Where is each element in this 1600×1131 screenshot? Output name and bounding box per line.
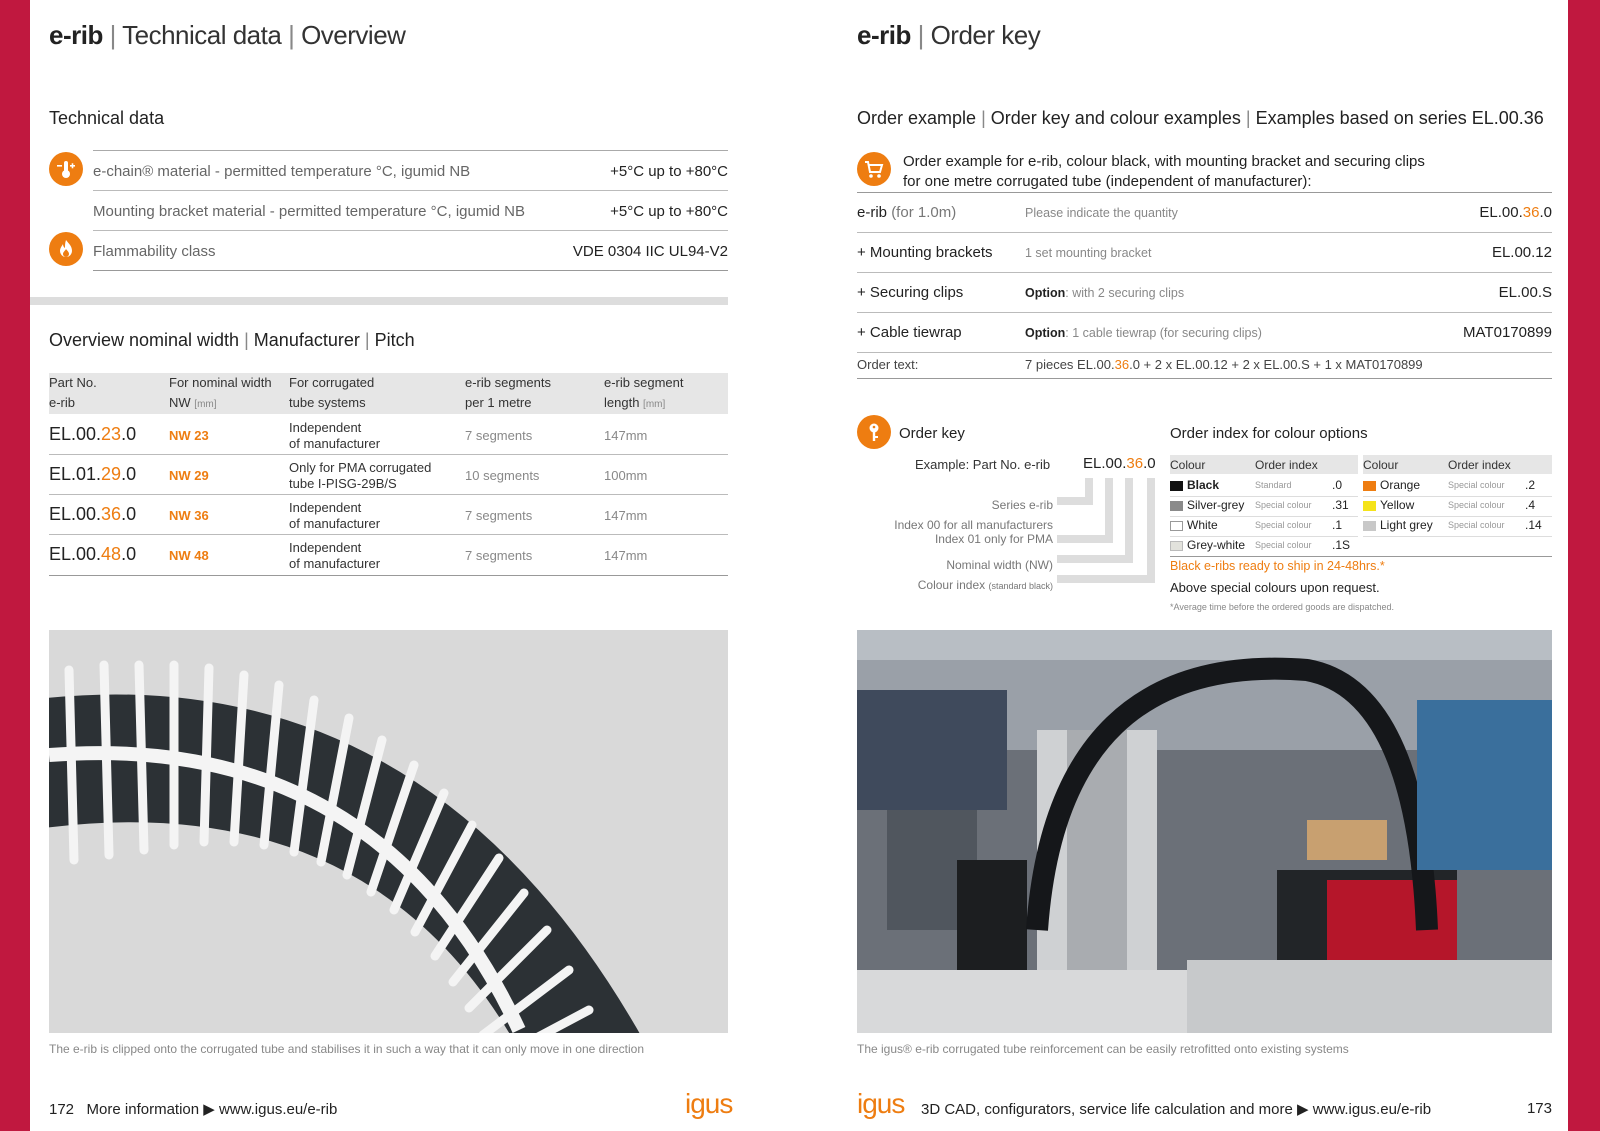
techdata-label: Mounting bracket material - permitted te… <box>93 203 526 220</box>
column-header: For corrugated tube systems <box>289 375 375 410</box>
colour-swatch <box>1363 520 1376 531</box>
order-key-heading: Order key <box>899 425 965 442</box>
colour-swatch <box>1170 520 1183 531</box>
colour-row: Grey-white Special colour .1S <box>1170 538 1358 552</box>
tube-system: Independent of manufacturer <box>289 420 381 451</box>
colour-swatch <box>1363 480 1376 491</box>
order-key-example-part: EL.00.36.0 <box>1083 455 1156 472</box>
order-row-note: Option: 1 cable tiewrap (for securing cl… <box>1025 326 1262 340</box>
segments: 7 segments <box>465 548 533 563</box>
colour-row: White Special colour .1 <box>1170 518 1358 532</box>
column-header: For nominal width NW [mm] <box>169 375 272 410</box>
segment-length: 147mm <box>604 428 648 443</box>
order-row-part: MAT0170899 <box>1463 324 1552 341</box>
techdata-value: VDE 0304 IIC UL94-V2 <box>572 243 728 260</box>
colour-table-header: Colour Order index <box>1170 455 1358 474</box>
left-footer: 172 More information ▶ www.igus.eu/e-rib <box>49 1100 337 1118</box>
column-header: e-rib segments per 1 metre <box>465 375 551 410</box>
nominal-width: NW 29 <box>169 468 209 483</box>
colour-swatch <box>1170 540 1183 551</box>
right-page-title: e-rib | Order key <box>857 20 1041 50</box>
shopping-cart-icon <box>857 152 891 186</box>
colour-table-header: Colour Order index <box>1363 455 1552 474</box>
order-row-label: + Securing clips <box>857 284 964 301</box>
segments: 7 segments <box>465 428 533 443</box>
order-key-label: Nominal width (NW) <box>946 558 1053 572</box>
footnote: *Average time before the ordered goods a… <box>1170 602 1394 612</box>
temperature-icon <box>49 152 83 186</box>
tube-system: Independent of manufacturer <box>289 540 381 571</box>
order-key-label: Colour index (standard black) <box>917 578 1053 592</box>
column-header: e-rib segment length [mm] <box>604 375 684 410</box>
order-example-heading: Order example | Order key and colour exa… <box>857 108 1544 128</box>
colour-row: Yellow Special colour .4 <box>1363 498 1552 512</box>
segment-length: 100mm <box>604 468 648 483</box>
e-rib-product-photo <box>49 630 728 1033</box>
order-example-intro: Order example for e-rib, colour black, w… <box>903 153 1425 190</box>
colour-row: Orange Special colour .2 <box>1363 478 1552 492</box>
nominal-width: NW 36 <box>169 508 209 523</box>
colour-row: Light grey Special colour .14 <box>1363 518 1552 532</box>
order-row-note: Option: with 2 securing clips <box>1025 286 1185 300</box>
left-page-title: e-rib | Technical data | Overview <box>49 20 406 50</box>
techdata-value: +5°C up to +80°C <box>610 163 728 180</box>
left-photo-caption: The e-rib is clipped onto the corrugated… <box>49 1042 645 1056</box>
overview-heading: Overview nominal width | Manufacturer | … <box>49 330 415 350</box>
installation-photo <box>857 630 1552 1033</box>
colour-swatch <box>1363 500 1376 511</box>
segment-length: 147mm <box>604 548 648 563</box>
colour-options-heading: Order index for colour options <box>1170 425 1368 442</box>
special-colours-note: Above special colours upon request. <box>1170 580 1380 595</box>
tube-system: Only for PMA corrugated tube I-PISG-29B/S <box>289 460 432 491</box>
colour-swatch <box>1170 480 1183 491</box>
section-divider <box>30 297 728 305</box>
right-photo-caption: The igus® e-rib corrugated tube reinforc… <box>857 1042 1349 1056</box>
order-text: 7 pieces EL.00.36.0 + 2 x EL.00.12 + 2 x… <box>1025 357 1423 372</box>
right-footer-link[interactable]: 3D CAD, configurators, service life calc… <box>921 1100 1431 1118</box>
order-row-label: e-rib (for 1.0m) <box>857 204 957 221</box>
order-key-example-label: Example: Part No. e-rib <box>915 457 1051 472</box>
segments: 7 segments <box>465 508 533 523</box>
page-number: 172 <box>49 1101 75 1118</box>
part-number: EL.00.23.0 <box>49 424 137 444</box>
document-page: e-rib | Technical data | Overview Techni… <box>30 0 1568 1131</box>
part-number: EL.00.36.0 <box>49 504 137 524</box>
page-number: 173 <box>1526 1100 1552 1117</box>
part-number: EL.00.48.0 <box>49 544 137 564</box>
part-number: EL.01.29.0 <box>49 464 137 484</box>
segments: 10 segments <box>465 468 540 483</box>
segment-length: 147mm <box>604 508 648 523</box>
order-row-part: EL.00.S <box>1498 284 1552 301</box>
colour-row: Silver-grey Special colour .31 <box>1170 498 1358 512</box>
footer-link[interactable]: More information ▶ www.igus.eu/e-rib <box>87 1101 338 1118</box>
igus-logo: igus <box>685 1088 733 1119</box>
order-row-note: 1 set mounting bracket <box>1025 246 1152 260</box>
order-key-label: Index 00 for all manufacturers Index 01 o… <box>894 518 1053 546</box>
order-row-note: Please indicate the quantity <box>1025 206 1178 220</box>
flame-icon <box>49 232 83 266</box>
techdata-heading: Technical data <box>49 108 165 128</box>
order-key-label: Series e-rib <box>991 498 1053 512</box>
igus-logo: igus <box>857 1088 905 1119</box>
colour-swatch <box>1170 500 1183 511</box>
shipping-note: Black e-ribs ready to ship in 24-48hrs.* <box>1170 559 1385 573</box>
order-row-label: + Mounting brackets <box>857 244 993 261</box>
order-row-label: + Cable tiewrap <box>857 324 962 341</box>
order-text-label: Order text: <box>857 357 919 372</box>
techdata-label: Flammability class <box>93 243 216 260</box>
techdata-label: e-chain® material - permitted temperatur… <box>93 163 471 180</box>
nominal-width: NW 48 <box>169 548 209 563</box>
colour-row: Black Standard .0 <box>1170 478 1358 492</box>
column-header: Part No. e-rib <box>49 375 97 410</box>
techdata-value: +5°C up to +80°C <box>610 203 728 220</box>
tube-system: Independent of manufacturer <box>289 500 381 531</box>
nominal-width: NW 23 <box>169 428 209 443</box>
order-row-part: EL.00.12 <box>1491 244 1552 261</box>
order-row-part: EL.00.36.0 <box>1479 204 1552 221</box>
key-icon <box>857 415 891 449</box>
